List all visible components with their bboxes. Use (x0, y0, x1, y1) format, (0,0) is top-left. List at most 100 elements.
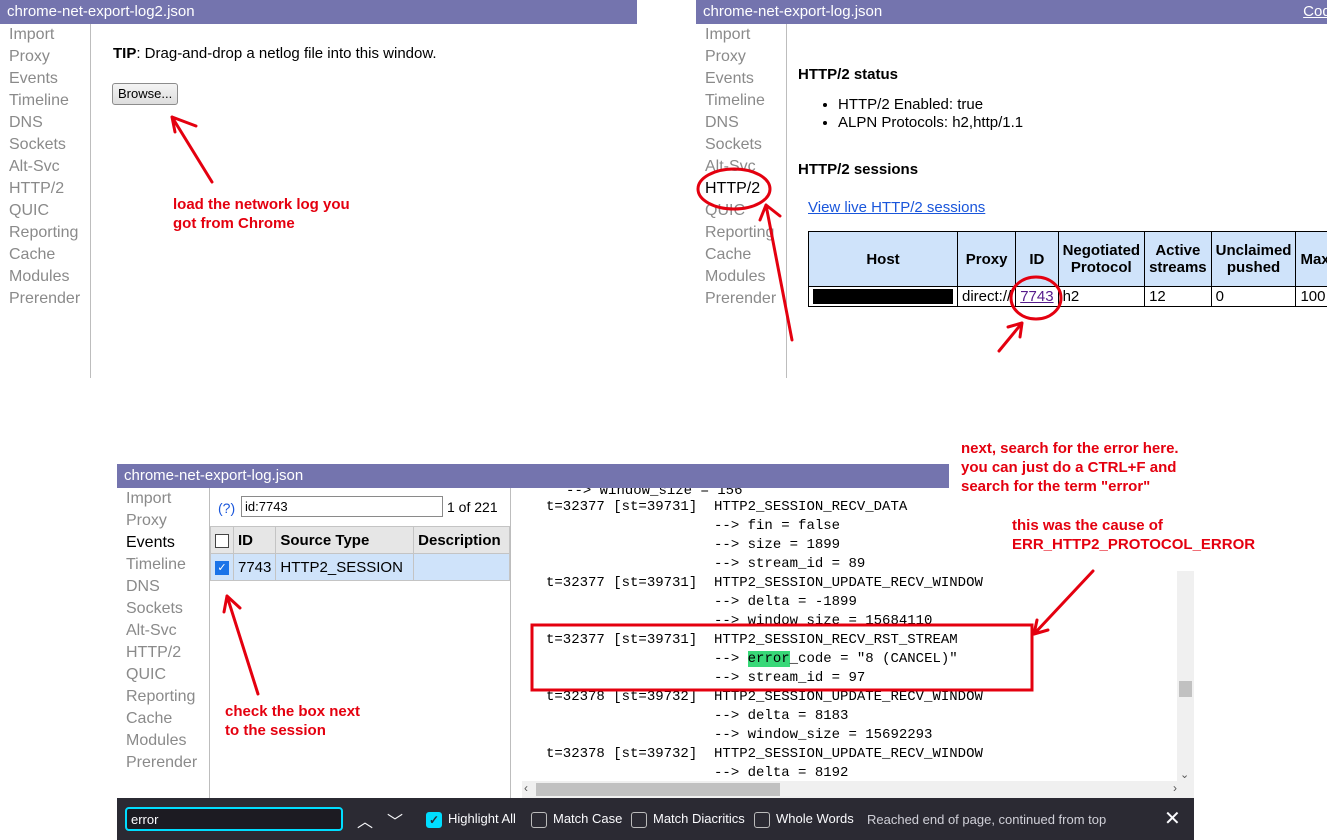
scrollbar-thumb[interactable] (1179, 681, 1192, 697)
sidebar-item-reporting[interactable]: Reporting (0, 222, 90, 244)
scrollbar-thumb[interactable] (536, 783, 780, 796)
sidebar-item-reporting[interactable]: Reporting (117, 686, 209, 708)
sidebar-item-reporting[interactable]: Reporting (696, 222, 786, 244)
cell-max: 100 (1295, 286, 1327, 307)
highlight-all-toggle[interactable]: ✓ Highlight All (426, 811, 516, 828)
highlight-all-checkbox[interactable]: ✓ (426, 811, 442, 828)
sidebar-item-sockets[interactable]: Sockets (117, 598, 209, 620)
annotation-cause-line2: ERR_HTTP2_PROTOCOL_ERROR (1012, 536, 1256, 553)
whole-words-checkbox[interactable] (754, 811, 770, 828)
view-live-sessions-link[interactable]: View live HTTP/2 sessions (808, 199, 985, 216)
status-item-enabled: HTTP/2 Enabled: true (838, 96, 1023, 114)
sidebar-nav: Import Proxy Events Timeline DNS Sockets… (0, 24, 91, 378)
log-line: t=32378 [st=39732] HTTP2_SESSION_UPDATE_… (546, 746, 983, 762)
netlog-viewer-panel-2: chrome-net-export-log.json Code Import P… (696, 0, 1327, 378)
vertical-scrollbar[interactable]: ⌄ (1177, 571, 1194, 781)
cell-unclaimed: 0 (1210, 286, 1297, 307)
sidebar-item-quic[interactable]: QUIC (117, 664, 209, 686)
sidebar-item-proxy[interactable]: Proxy (0, 46, 90, 68)
cell-active: 12 (1144, 286, 1212, 307)
sidebar-item-proxy[interactable]: Proxy (696, 46, 786, 68)
sidebar-item-timeline[interactable]: Timeline (696, 90, 786, 112)
annotation-search-line3: search for the term "error" (961, 478, 1151, 495)
netlog-viewer-panel-1: chrome-net-export-log2.json Import Proxy… (0, 0, 637, 378)
sidebar-item-sockets[interactable]: Sockets (696, 134, 786, 156)
sidebar-item-cache[interactable]: Cache (696, 244, 786, 266)
sidebar-item-alt-svc[interactable]: Alt-Svc (0, 156, 90, 178)
highlight-all-label: Highlight All (448, 811, 516, 826)
http2-sessions-heading: HTTP/2 sessions (798, 161, 919, 178)
match-case-checkbox[interactable] (531, 811, 547, 828)
sidebar-item-prerender[interactable]: Prerender (117, 752, 209, 774)
help-link[interactable]: (?) (218, 500, 235, 516)
cell-id: 7743 (1015, 286, 1059, 307)
select-all-checkbox[interactable] (215, 533, 229, 548)
sidebar-nav: Import Proxy Events Timeline DNS Sockets… (117, 488, 210, 798)
session-id-link[interactable]: 7743 (1020, 288, 1053, 305)
sidebar-item-import[interactable]: Import (117, 488, 209, 510)
sidebar-item-cache[interactable]: Cache (117, 708, 209, 730)
sidebar-item-events[interactable]: Events (117, 532, 209, 554)
sidebar-item-http2[interactable]: HTTP/2 (0, 178, 90, 200)
match-diacritics-toggle[interactable]: Match Diacritics (631, 811, 745, 828)
sidebar-item-prerender[interactable]: Prerender (696, 288, 786, 310)
match-case-label: Match Case (553, 811, 623, 826)
sidebar-item-modules[interactable]: Modules (117, 730, 209, 752)
log-line-error-code: --> error_code = "8 (CANCEL)" (546, 650, 958, 669)
sidebar-item-events[interactable]: Events (0, 68, 90, 90)
sidebar-item-dns[interactable]: DNS (0, 112, 90, 134)
scroll-right-icon[interactable]: › (1173, 781, 1177, 795)
sidebar-item-modules[interactable]: Modules (0, 266, 90, 288)
horizontal-scrollbar[interactable]: ‹ › (522, 781, 1194, 798)
log-line: --> delta = -1899 (546, 594, 857, 610)
col-source-type: Source Type (275, 526, 415, 554)
match-diacritics-checkbox[interactable] (631, 811, 647, 828)
whole-words-label: Whole Words (776, 811, 854, 826)
whole-words-toggle[interactable]: Whole Words (754, 811, 854, 828)
sidebar-item-quic[interactable]: QUIC (0, 200, 90, 222)
http2-status-list: HTTP/2 Enabled: true ALPN Protocols: h2,… (798, 96, 1023, 132)
sidebar-item-alt-svc[interactable]: Alt-Svc (696, 156, 786, 178)
sidebar-item-quic[interactable]: QUIC (696, 200, 786, 222)
cell-description (413, 553, 510, 581)
table-row[interactable]: ✓ 7743 HTTP2_SESSION (210, 553, 510, 581)
tip-body: : Drag-and-drop a netlog file into this … (136, 45, 437, 62)
sidebar-item-cache[interactable]: Cache (0, 244, 90, 266)
annotation-check-line2: to the session (225, 722, 326, 739)
sidebar-item-modules[interactable]: Modules (696, 266, 786, 288)
col-unclaimed-pushed: Unclaimed pushed (1210, 231, 1297, 287)
row-checkbox[interactable]: ✓ (215, 560, 229, 575)
filter-input[interactable] (241, 496, 443, 517)
http2-sessions-table: Host Proxy ID Negotiated Protocol Active… (808, 231, 1327, 307)
code-link[interactable]: Code (1303, 0, 1327, 24)
browse-button[interactable]: Browse... (112, 83, 179, 105)
sidebar-item-alt-svc[interactable]: Alt-Svc (117, 620, 209, 642)
match-case-toggle[interactable]: Match Case (531, 811, 622, 828)
sidebar-item-prerender[interactable]: Prerender (0, 288, 90, 310)
scroll-down-icon[interactable]: ⌄ (1180, 768, 1189, 781)
sidebar-item-import[interactable]: Import (696, 24, 786, 46)
sidebar-item-import[interactable]: Import (0, 24, 90, 46)
find-previous-icon[interactable]: ︿ (357, 808, 373, 832)
find-input[interactable] (125, 807, 343, 831)
close-find-bar-icon[interactable]: ✕ (1164, 806, 1181, 831)
sidebar-item-timeline[interactable]: Timeline (0, 90, 90, 112)
col-description: Description (413, 526, 510, 554)
sidebar-item-proxy[interactable]: Proxy (117, 510, 209, 532)
log-line: t=32378 [st=39732] HTTP2_SESSION_UPDATE_… (546, 689, 983, 705)
status-item-alpn: ALPN Protocols: h2,http/1.1 (838, 114, 1023, 132)
log-line: --> fin = false (546, 518, 841, 534)
sidebar-item-timeline[interactable]: Timeline (117, 554, 209, 576)
log-rest: _code = "8 (CANCEL)" (789, 651, 958, 667)
sidebar-item-dns[interactable]: DNS (696, 112, 786, 134)
find-next-icon[interactable]: ﹀ (387, 808, 403, 832)
col-host: Host (808, 231, 958, 287)
sidebar-item-http2[interactable]: HTTP/2 (117, 642, 209, 664)
sidebar-item-dns[interactable]: DNS (117, 576, 209, 598)
log-line: --> size = 1899 (546, 537, 841, 553)
sidebar-item-events[interactable]: Events (696, 68, 786, 90)
sidebar-item-http2[interactable]: HTTP/2 (696, 178, 786, 200)
sidebar-item-sockets[interactable]: Sockets (0, 134, 90, 156)
scroll-left-icon[interactable]: ‹ (524, 781, 528, 795)
col-proxy: Proxy (956, 231, 1017, 287)
